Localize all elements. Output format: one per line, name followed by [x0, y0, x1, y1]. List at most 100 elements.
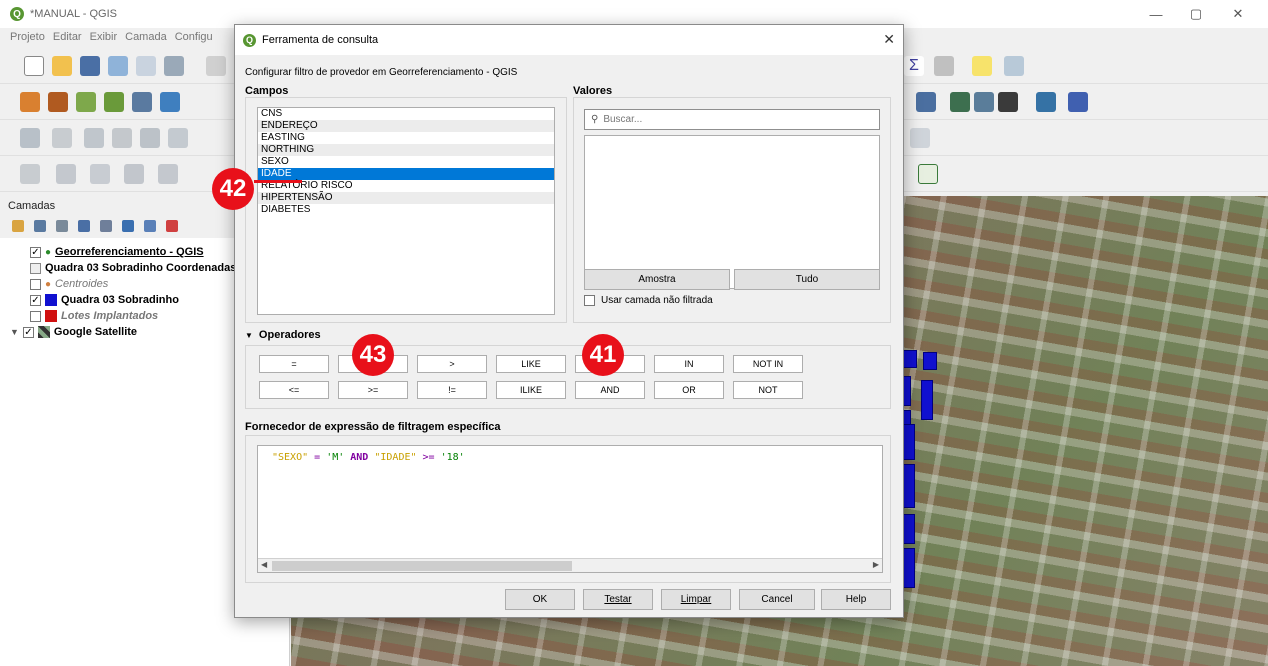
filter-legend-icon[interactable]	[78, 220, 90, 232]
georeferencer-icon[interactable]	[918, 164, 938, 184]
add-point-icon[interactable]	[52, 128, 72, 148]
op-ilike-button[interactable]: ILIKE	[496, 381, 566, 399]
select-features-icon[interactable]	[20, 164, 40, 184]
field-item[interactable]: EASTING	[258, 132, 554, 144]
dialog-close-button[interactable]: ✕	[883, 31, 895, 48]
vertex-tool-icon[interactable]	[84, 128, 104, 148]
menu-exibir[interactable]: Exibir	[90, 31, 118, 43]
filter-expression-editor[interactable]: "SEXO" = 'M' AND "IDADE" >= '18' ◀ ▶	[257, 445, 883, 573]
menu-camada[interactable]: Camada	[125, 31, 167, 43]
test-button[interactable]: Testar	[583, 589, 653, 610]
pan-icon[interactable]	[206, 56, 226, 76]
data-source-manager-icon[interactable]	[20, 92, 40, 112]
layer-visibility-checkbox[interactable]: ✓	[30, 246, 41, 258]
filter-expression-text[interactable]: "SEXO" = 'M' AND "IDADE" >= '18'	[272, 452, 465, 463]
delete-selected-icon[interactable]	[112, 128, 132, 148]
operators-header[interactable]: ▼ Operadores	[245, 329, 321, 341]
annotation-pointer-line	[254, 180, 302, 183]
op-greater-equal-button[interactable]: >=	[338, 381, 408, 399]
use-unfiltered-checkbox[interactable]	[584, 295, 595, 306]
op-or-button[interactable]: OR	[654, 381, 724, 399]
snapping-icon[interactable]	[910, 128, 930, 148]
select-by-value-icon[interactable]	[56, 164, 76, 184]
expand-all-icon[interactable]	[122, 220, 134, 232]
close-window-button[interactable]: ✕	[1218, 0, 1258, 28]
print-layout-icon[interactable]	[136, 56, 156, 76]
measure-icon[interactable]	[934, 56, 954, 76]
op-like-button[interactable]: LIKE	[496, 355, 566, 373]
layer-visibility-checkbox[interactable]: ✓	[22, 326, 34, 338]
values-list[interactable]	[584, 135, 880, 289]
horizontal-scrollbar[interactable]: ◀ ▶	[258, 558, 882, 572]
field-item[interactable]: CNS	[258, 108, 554, 120]
op-not-equal-button[interactable]: !=	[417, 381, 487, 399]
zoom-selection-icon[interactable]	[974, 92, 994, 112]
op-less-equal-button[interactable]: <=	[259, 381, 329, 399]
add-wfs-icon[interactable]	[160, 92, 180, 112]
expand-arrow-icon[interactable]: ▼	[10, 327, 19, 337]
field-item[interactable]: ENDEREÇO	[258, 120, 554, 132]
visibility-icon[interactable]	[56, 220, 68, 232]
ok-button[interactable]: OK	[505, 589, 575, 610]
python-console-icon[interactable]	[1036, 92, 1056, 112]
save-project-icon[interactable]	[80, 56, 100, 76]
sample-button[interactable]: Amostra	[584, 269, 730, 290]
remove-layer-icon[interactable]	[166, 220, 178, 232]
all-values-button[interactable]: Tudo	[734, 269, 880, 290]
database-icon[interactable]	[916, 92, 936, 112]
scroll-right-icon[interactable]: ▶	[873, 560, 879, 569]
menu-projeto[interactable]: Projeto	[10, 31, 45, 43]
help-icon[interactable]	[1068, 92, 1088, 112]
filter-expression-icon[interactable]	[100, 220, 112, 232]
field-item[interactable]: RELATÓRIO RISCO	[258, 180, 554, 192]
minimize-button[interactable]: —	[1136, 0, 1176, 28]
layer-visibility-checkbox[interactable]: ✓	[30, 294, 41, 306]
op-equal-button[interactable]: =	[259, 355, 329, 373]
collapse-all-icon[interactable]	[144, 220, 156, 232]
edit-icon[interactable]	[20, 128, 40, 148]
new-bookmark-icon[interactable]	[1004, 56, 1024, 76]
copy-features-icon[interactable]	[168, 128, 188, 148]
processing-icon[interactable]	[998, 92, 1018, 112]
sum-icon[interactable]: Σ	[904, 56, 924, 76]
cut-features-icon[interactable]	[140, 128, 160, 148]
menu-editar[interactable]: Editar	[53, 31, 82, 43]
field-item[interactable]: HIPERTENSÃO	[258, 192, 554, 204]
add-delimited-text-icon[interactable]	[76, 92, 96, 112]
zoom-layer-icon[interactable]	[950, 92, 970, 112]
map-tips-icon[interactable]	[972, 56, 992, 76]
save-as-icon[interactable]	[108, 56, 128, 76]
help-button[interactable]: Help	[821, 589, 891, 610]
use-unfiltered-row[interactable]: Usar camada não filtrada	[584, 295, 713, 306]
op-not-in-button[interactable]: NOT IN	[733, 355, 803, 373]
op-greater-button[interactable]: >	[417, 355, 487, 373]
maximize-button[interactable]: ▢	[1176, 0, 1216, 28]
style-layer-icon[interactable]	[12, 220, 24, 232]
new-project-icon[interactable]	[24, 56, 44, 76]
add-vector-layer-icon[interactable]	[48, 92, 68, 112]
add-raster-layer-icon[interactable]	[104, 92, 124, 112]
fields-list[interactable]: CNS ENDEREÇO EASTING NORTHING SEXO IDADE…	[257, 107, 555, 315]
clear-button[interactable]: Limpar	[661, 589, 731, 610]
menu-configuracoes[interactable]: Configu	[175, 31, 213, 43]
field-item[interactable]: SEXO	[258, 156, 554, 168]
open-project-icon[interactable]	[52, 56, 72, 76]
select-by-expression-icon[interactable]	[90, 164, 110, 184]
deselect-icon[interactable]	[124, 164, 144, 184]
field-item-selected[interactable]: IDADE	[258, 168, 554, 180]
op-in-button[interactable]: IN	[654, 355, 724, 373]
values-search-input[interactable]: ⚲ Buscar...	[584, 109, 880, 130]
op-not-button[interactable]: NOT	[733, 381, 803, 399]
style-manager-icon[interactable]	[164, 56, 184, 76]
layer-visibility-checkbox[interactable]	[30, 278, 41, 290]
layer-visibility-checkbox[interactable]	[30, 310, 41, 322]
field-item[interactable]: DIABETES	[258, 204, 554, 216]
add-wms-icon[interactable]	[132, 92, 152, 112]
field-item[interactable]: NORTHING	[258, 144, 554, 156]
identify-icon[interactable]	[158, 164, 178, 184]
scroll-left-icon[interactable]: ◀	[261, 560, 267, 569]
add-group-icon[interactable]	[34, 220, 46, 232]
cancel-button[interactable]: Cancel	[739, 589, 815, 610]
scrollbar-thumb[interactable]	[272, 561, 572, 571]
op-and-button[interactable]: AND	[575, 381, 645, 399]
